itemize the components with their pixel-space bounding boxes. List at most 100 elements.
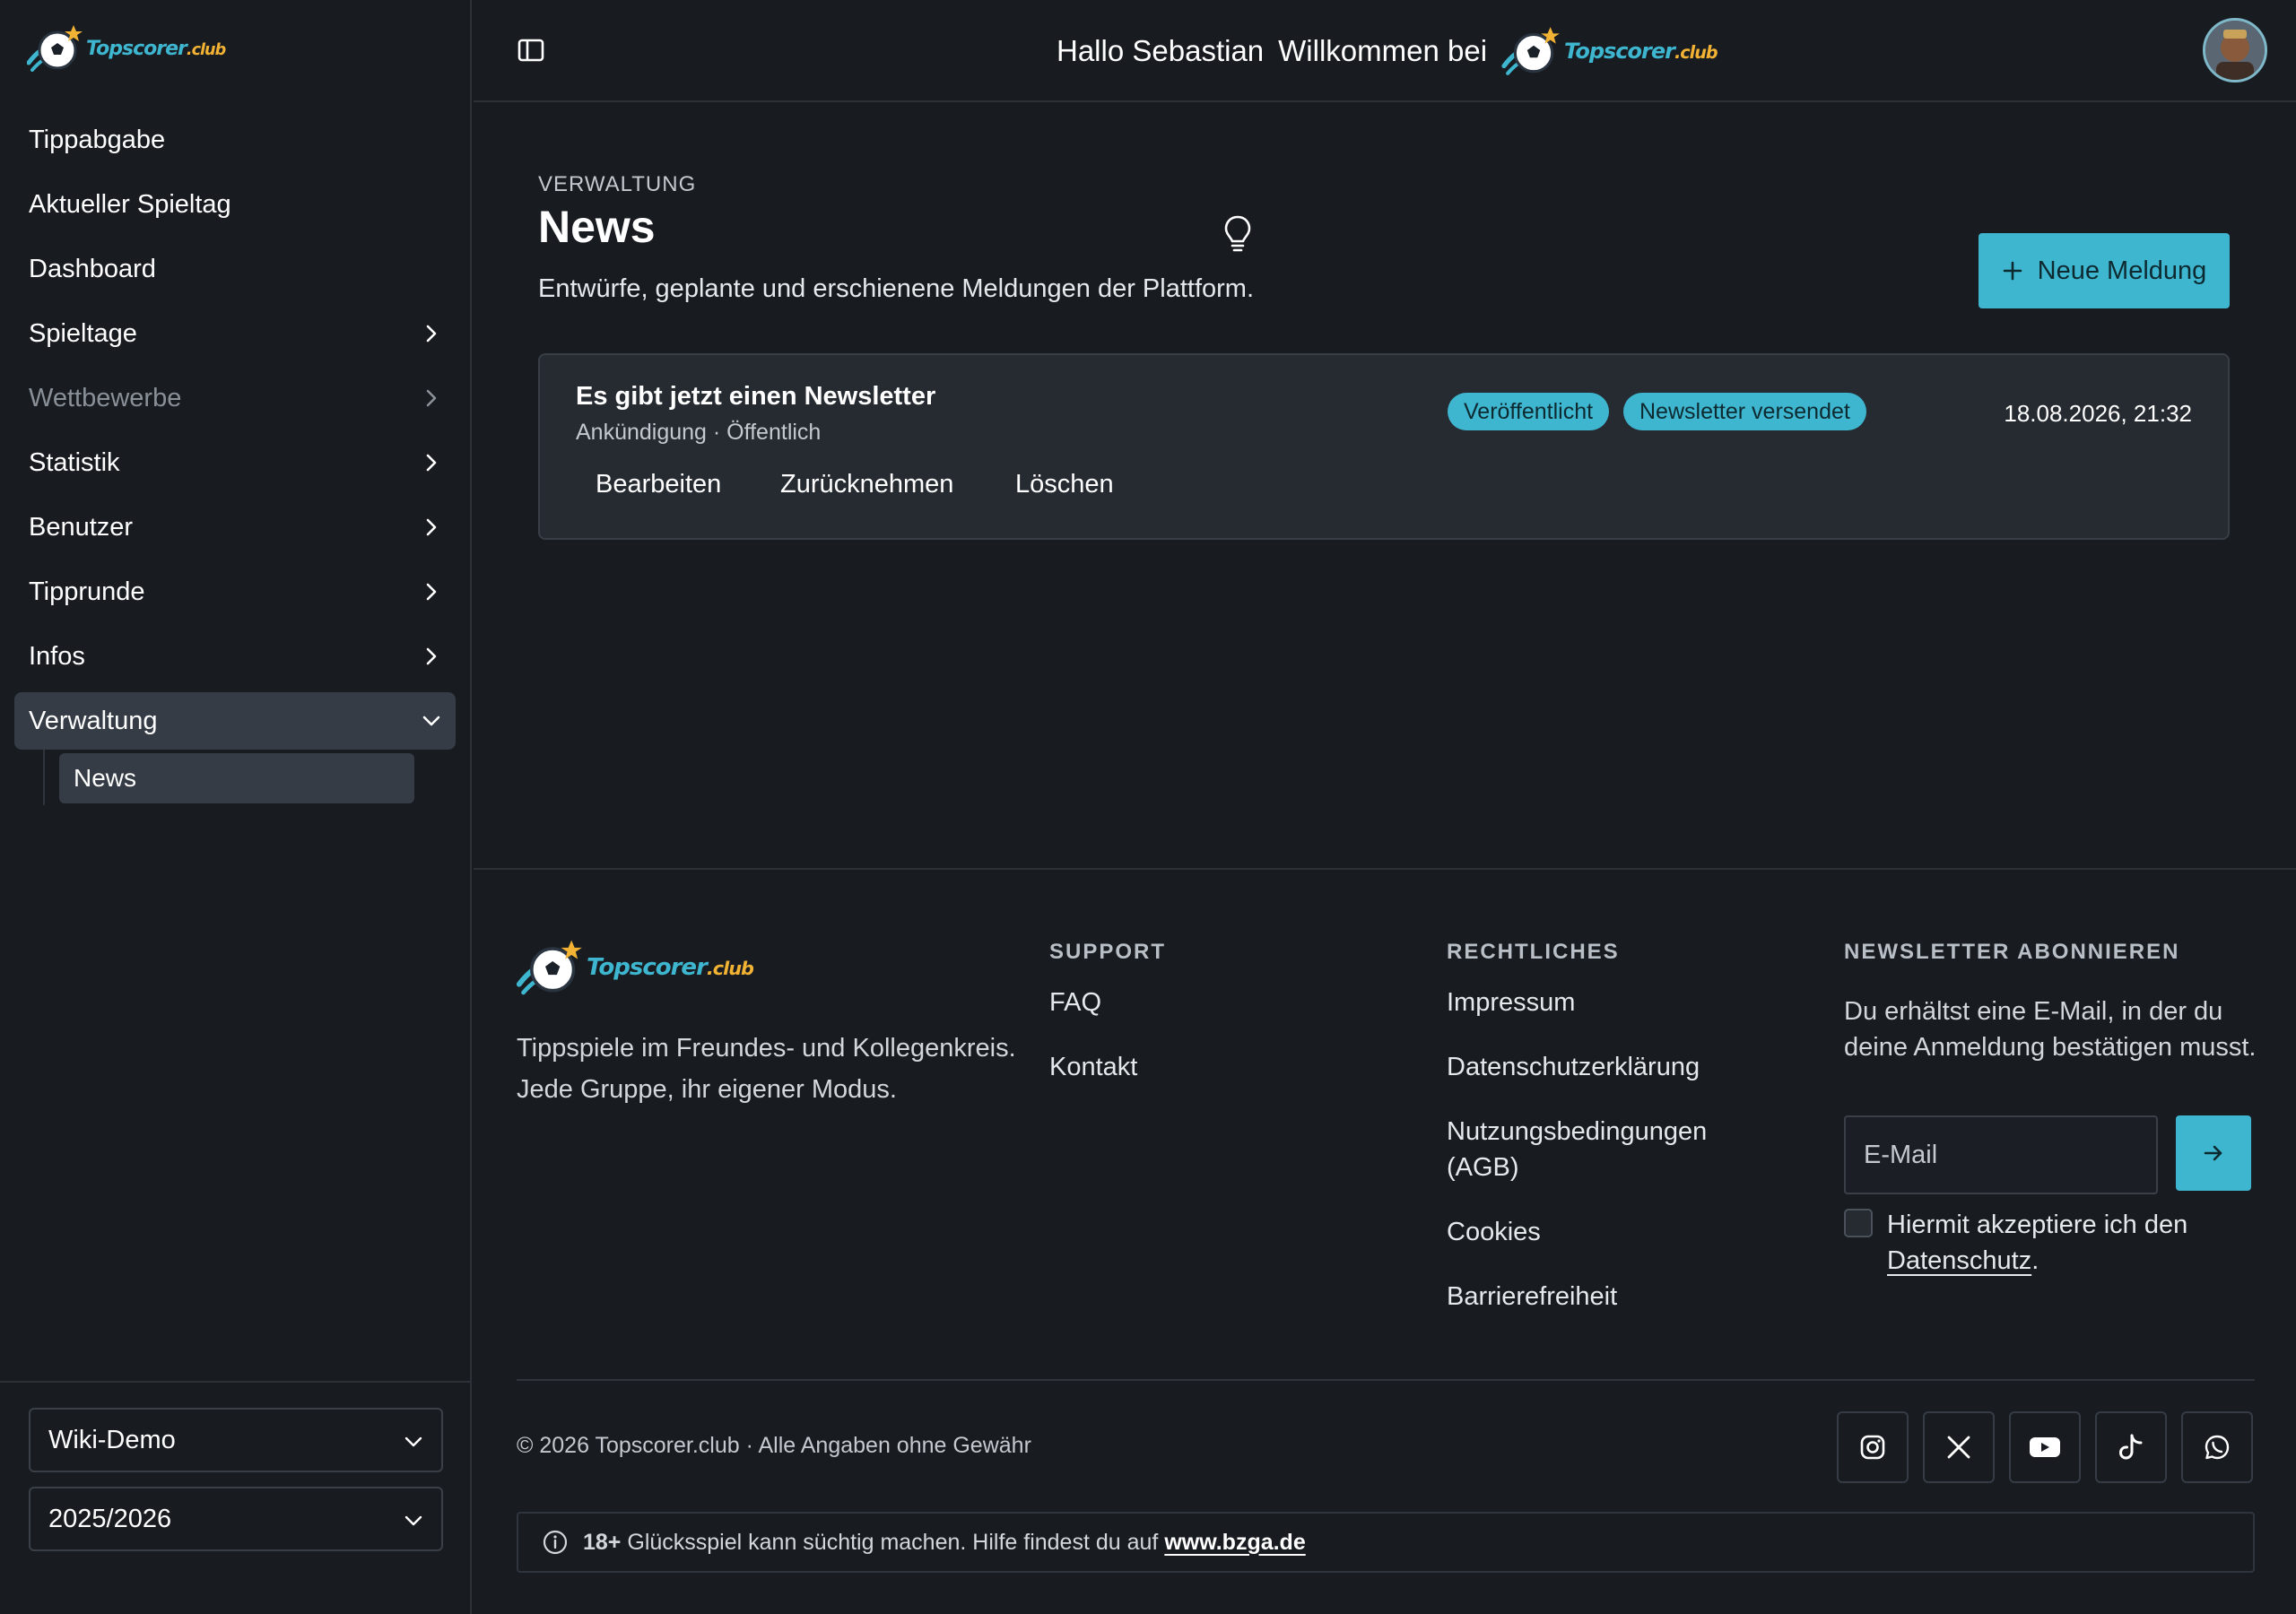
status-badge-newsletter: Newsletter versendet (1623, 393, 1866, 430)
gambling-warning: 18+ Glücksspiel kann süchtig machen. Hil… (517, 1512, 2255, 1573)
arrow-right-icon (2204, 1145, 2222, 1161)
lightbulb-icon[interactable] (1222, 213, 1254, 253)
delete-button[interactable]: Löschen (1015, 470, 1114, 499)
sidebar-toggle-icon[interactable] (515, 34, 547, 66)
new-news-button[interactable]: Neue Meldung (1979, 233, 2230, 308)
sidebar-item-dashboard[interactable]: Dashboard (14, 240, 456, 298)
sidebar-item-verwaltung[interactable]: Verwaltung (14, 692, 456, 750)
legal-heading: RECHTLICHES (1447, 940, 1620, 964)
sidebar-item-label: Statistik (29, 447, 120, 477)
x-icon (1947, 1436, 1970, 1459)
sidebar-submenu: News (43, 750, 470, 805)
chevron-right-icon (422, 324, 441, 343)
footer-logo[interactable]: Topscorer.club (517, 936, 754, 999)
sidebar-selectors: Wiki-Demo 2025/2026 (0, 1381, 470, 1614)
sidebar-item-benutzer[interactable]: Benutzer (14, 499, 456, 556)
footer-divider (517, 1379, 2255, 1381)
sidebar-logo[interactable]: Topscorer.club (27, 22, 226, 75)
sidebar-item-label: Benutzer (29, 512, 134, 542)
sidebar-item-tippabgabe[interactable]: Tippabgabe (14, 111, 456, 169)
sidebar-nav: Tippabgabe Aktueller Spieltag Dashboard … (0, 111, 470, 805)
imprint-link[interactable]: Impressum (1447, 985, 1575, 1020)
season-select[interactable]: 2025/2026 (29, 1487, 443, 1551)
chevron-right-icon (422, 646, 441, 666)
chevron-right-icon (422, 582, 441, 602)
footer-description: Tippspiele im Freundes- und Kollegenkrei… (517, 1034, 1016, 1104)
accessibility-link[interactable]: Barrierefreiheit (1447, 1279, 1617, 1315)
header-greeting: Hallo Sebastian Willkommen bei Topscorer… (1057, 22, 1718, 81)
news-meta: Ankündigung · Öffentlich (576, 420, 822, 445)
cookies-link[interactable]: Cookies (1447, 1214, 1541, 1250)
x-button[interactable] (1923, 1411, 1995, 1483)
sidebar-item-label: Infos (29, 641, 85, 671)
newsletter-text: Du erhältst eine E-Mail, in der du deine… (1844, 997, 2257, 1062)
status-badge-published: Veröffentlicht (1448, 393, 1610, 430)
newsletter-heading: NEWSLETTER ABONNIEREN (1844, 940, 2180, 964)
instagram-button[interactable] (1837, 1411, 1909, 1483)
whatsapp-button[interactable] (2181, 1411, 2253, 1483)
sidebar-item-tipprunde[interactable]: Tipprunde (14, 563, 456, 620)
consent-label: Hiermit akzeptiere ich den Datenschutz. (1887, 1210, 2188, 1275)
page-title: News (538, 202, 656, 252)
sidebar-item-label: Tipprunde (29, 577, 145, 606)
sidebar-item-label: Wettbewerbe (29, 383, 182, 412)
age-restriction: 18+ (583, 1529, 622, 1555)
instagram-icon (1860, 1435, 1885, 1460)
warning-text: Glücksspiel kann süchtig machen. Hilfe f… (627, 1529, 1159, 1555)
soccer-ball-logo-icon (27, 25, 83, 72)
plus-icon (2003, 261, 2022, 281)
welcome-text: Willkommen bei (1278, 34, 1488, 67)
whatsapp-icon (2205, 1435, 2230, 1460)
youtube-button[interactable] (2009, 1411, 2081, 1483)
sidebar-item-wettbewerbe[interactable]: Wettbewerbe (14, 369, 456, 427)
privacy-consent-link[interactable]: Datenschutz (1887, 1246, 2031, 1275)
group-select[interactable]: Wiki-Demo (29, 1408, 443, 1472)
user-avatar[interactable] (2203, 18, 2267, 82)
new-news-button-label: Neue Meldung (2037, 256, 2207, 285)
terms-link[interactable]: Nutzungsbedingungen (AGB) (1447, 1114, 1743, 1185)
sidebar-item-label: Verwaltung (29, 706, 158, 735)
footer: Topscorer.club Tippspiele im Freundes- u… (474, 868, 2296, 1614)
group-select-value: Wiki-Demo (48, 1425, 176, 1454)
email-field[interactable]: E-Mail (1844, 1115, 2158, 1194)
news-card: Es gibt jetzt einen Newsletter Ankündigu… (538, 353, 2230, 540)
soccer-ball-logo-icon (517, 940, 582, 995)
brand-wordmark: Topscorer.club (86, 37, 226, 60)
sidebar-item-infos[interactable]: Infos (14, 628, 456, 685)
brand-wordmark: Topscorer.club (587, 954, 754, 981)
sidebar-item-label: Aktueller Spieltag (29, 189, 231, 219)
tiktok-button[interactable] (2095, 1411, 2167, 1483)
privacy-link[interactable]: Datenschutzerklärung (1447, 1049, 1700, 1085)
copyright: © 2026 Topscorer.club · Alle Angaben ohn… (517, 1433, 1031, 1458)
chevron-down-icon (404, 1426, 423, 1455)
edit-button[interactable]: Bearbeiten (596, 470, 721, 499)
tiktok-icon (2118, 1434, 2143, 1460)
sidebar-item-label: Dashboard (29, 254, 156, 283)
soccer-ball-logo-icon (1501, 27, 1561, 75)
season-select-value: 2025/2026 (48, 1504, 172, 1533)
bzga-link[interactable]: www.bzga.de (1164, 1530, 1305, 1555)
faq-link[interactable]: FAQ (1049, 985, 1101, 1020)
retract-button[interactable]: Zurücknehmen (780, 470, 953, 499)
page-eyebrow: VERWALTUNG (538, 172, 697, 196)
top-header: Hallo Sebastian Willkommen bei Topscorer… (474, 0, 2296, 102)
news-title: Es gibt jetzt einen Newsletter (576, 382, 936, 411)
subscribe-button[interactable] (2176, 1115, 2251, 1191)
contact-link[interactable]: Kontakt (1049, 1049, 1137, 1085)
chevron-right-icon (422, 453, 441, 473)
sidebar: Topscorer.club Tippabgabe Aktueller Spie… (0, 0, 472, 1614)
youtube-icon (2030, 1437, 2060, 1457)
sidebar-item-statistik[interactable]: Statistik (14, 434, 456, 491)
sidebar-subitem-news[interactable]: News (59, 753, 414, 803)
info-icon (543, 1530, 568, 1555)
chevron-right-icon (422, 517, 441, 537)
chevron-down-icon (422, 711, 441, 731)
consent-checkbox[interactable] (1844, 1209, 1873, 1237)
sidebar-item-spieltage[interactable]: Spieltage (14, 305, 456, 362)
greeting-text: Hallo Sebastian (1057, 34, 1265, 67)
news-date: 18.08.2026, 21:32 (2004, 400, 2192, 427)
sidebar-item-aktueller-spieltag[interactable]: Aktueller Spieltag (14, 176, 456, 233)
chevron-down-icon (404, 1505, 423, 1534)
sidebar-item-label: Tippabgabe (29, 125, 166, 154)
brand-wordmark: Topscorer.club (1564, 39, 1718, 64)
